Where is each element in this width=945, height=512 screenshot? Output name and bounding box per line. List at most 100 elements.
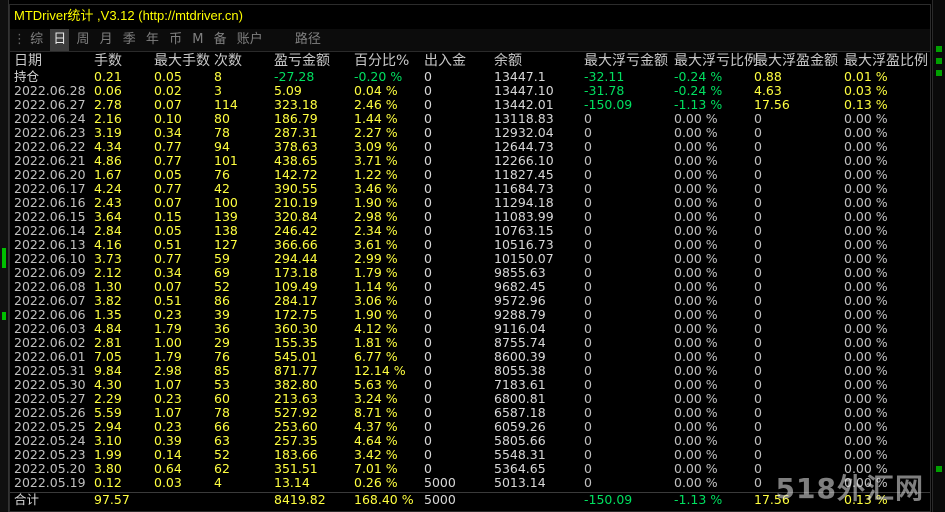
- table-row[interactable]: 2022.06.27 2.78 0.07 114 323.18 2.46 % 0 13442.…: [10, 98, 930, 112]
- cell-col-lots: 3.73: [94, 251, 122, 266]
- table-row[interactable]: 2022.06.03 4.84 1.79 36 360.30 4.12 % 0 9116.04…: [10, 322, 930, 336]
- table-row[interactable]: 2022.06.07 3.82 0.51 86 284.17 3.06 % 0 9572.96…: [10, 294, 930, 308]
- cell-col-balance: 12644.73: [494, 139, 554, 154]
- cell-col-max-lots: 0.07: [154, 279, 182, 294]
- cell-col-trades: 127: [214, 237, 238, 252]
- cell-col-balance: 13447.1: [494, 69, 546, 84]
- tab-magic[interactable]: M: [189, 29, 206, 51]
- cell-col-lots: 1.30: [94, 279, 122, 294]
- cell-col-deposit: 0: [424, 237, 432, 252]
- cell-col-max-dd-amount: 0: [584, 139, 592, 154]
- table-row[interactable]: 2022.06.10 3.73 0.77 59 294.44 2.99 % 0 10150.0…: [10, 252, 930, 266]
- cell-col-max-lots: 0.05: [154, 69, 182, 84]
- table-row[interactable]: 2022.06.14 2.84 0.05 138 246.42 2.34 % 0 10763.…: [10, 224, 930, 238]
- table-row[interactable]: 2022.06.20 1.67 0.05 76 142.72 1.22 % 0 11827.4…: [10, 168, 930, 182]
- cell-col-balance: 11294.18: [494, 195, 554, 210]
- cell-col-deposit: 0: [424, 405, 432, 420]
- table-header-row[interactable]: 日期 手数 最大手数 次数 盈亏金额 百分比% 出入金 余额 最大浮亏金额 最大浮亏比例 最大浮盈金…: [10, 53, 930, 70]
- cell-col-lots: 0.06: [94, 83, 122, 98]
- table-row-holding[interactable]: 持仓 0.21 0.05 8 -27.28 -0.20 % 0 13447.1 -32.11 -0…: [10, 70, 930, 84]
- cell-col-max-profit-pct: 0.00 %: [844, 167, 888, 182]
- cell-col-max-profit-pct: 0.00 %: [844, 349, 888, 364]
- cell-col-balance: 13447.10: [494, 83, 554, 98]
- right-scroll-edge[interactable]: [932, 0, 945, 512]
- table-row[interactable]: 2022.06.22 4.34 0.77 94 378.63 3.09 % 0 12644.7…: [10, 140, 930, 154]
- cell-col-max-profit-pct: 0.00 %: [844, 447, 888, 462]
- cell-col-balance: 5548.31: [494, 447, 546, 462]
- cell-col-balance: 6059.26: [494, 419, 546, 434]
- cell-col-date: 持仓: [14, 69, 40, 84]
- cell-col-max-dd-pct: 最大浮亏比例: [674, 53, 758, 69]
- table-row[interactable]: 2022.06.08 1.30 0.07 52 109.49 1.14 % 0 9682.45…: [10, 280, 930, 294]
- tab-quarterly[interactable]: 季: [120, 29, 139, 51]
- table-row[interactable]: 2022.06.09 2.12 0.34 69 173.18 1.79 % 0 9855.63…: [10, 266, 930, 280]
- table-row[interactable]: 2022.05.24 3.10 0.39 63 257.35 4.64 % 0 5805.66…: [10, 434, 930, 448]
- cell-col-date: 2022.06.27: [14, 97, 86, 112]
- cell-col-max-profit-amount: 0: [754, 461, 762, 476]
- cell-col-max-dd-pct: 0.00 %: [674, 223, 718, 238]
- tab-monthly[interactable]: 月: [97, 29, 116, 51]
- cell-col-balance: 5805.66: [494, 433, 546, 448]
- cell-col-max-profit-pct: 0.00 %: [844, 139, 888, 154]
- tab-yearly[interactable]: 年: [143, 29, 162, 51]
- tab-currency[interactable]: 币: [166, 29, 185, 51]
- table-row[interactable]: 2022.05.26 5.59 1.07 78 527.92 8.71 % 0 6587.18…: [10, 406, 930, 420]
- cell-col-pnl: 253.60: [274, 419, 318, 434]
- cell-col-deposit: 0: [424, 447, 432, 462]
- table-row[interactable]: 2022.06.01 7.05 1.79 76 545.01 6.77 % 0 8600.39…: [10, 350, 930, 364]
- cell-col-max-profit-amount: 0: [754, 307, 762, 322]
- tab-notes[interactable]: 备: [211, 29, 230, 51]
- cell-col-max-dd-amount: -150.09: [584, 97, 633, 112]
- cell-col-max-profit-pct: 0.01 %: [844, 69, 888, 84]
- cell-col-balance: 10150.07: [494, 251, 554, 266]
- cell-col-percent: 2.99 %: [354, 251, 398, 266]
- cell-col-percent: 1.90 %: [354, 307, 398, 322]
- cell-col-date: 2022.06.02: [14, 335, 86, 350]
- cell-col-max-lots: 0.10: [154, 111, 182, 126]
- table-row[interactable]: 2022.06.28 0.06 0.02 3 5.09 0.04 % 0 13447.10 -3…: [10, 84, 930, 98]
- cell-col-trades: 53: [214, 377, 230, 392]
- cell-col-pnl: -27.28: [274, 69, 315, 84]
- tab-weekly[interactable]: 周: [73, 29, 92, 51]
- cell-col-max-profit-pct: 0.00 %: [844, 181, 888, 196]
- table-row[interactable]: 2022.05.30 4.30 1.07 53 382.80 5.63 % 0 7183.61…: [10, 378, 930, 392]
- period-tab-bar: ⋮⋮ 综 日 周 月 季 年 币 M 备 账户 路径: [10, 29, 930, 52]
- cell-col-max-dd-amount: 0: [584, 321, 592, 336]
- tab-daily[interactable]: 日: [50, 29, 70, 51]
- tab-summary[interactable]: 综: [27, 29, 46, 51]
- table-row[interactable]: 2022.06.06 1.35 0.23 39 172.75 1.90 % 0 9288.79…: [10, 308, 930, 322]
- cell-col-max-dd-amount: 0: [584, 181, 592, 196]
- cell-col-balance: 5364.65: [494, 461, 546, 476]
- table-row[interactable]: 2022.05.25 2.94 0.23 66 253.60 4.37 % 0 6059.26…: [10, 420, 930, 434]
- cell-col-max-dd-amount: 0: [584, 195, 592, 210]
- table-row[interactable]: 2022.06.17 4.24 0.77 42 390.55 3.46 % 0 11684.7…: [10, 182, 930, 196]
- table-row[interactable]: 2022.06.15 3.64 0.15 139 320.84 2.98 % 0 11083.…: [10, 210, 930, 224]
- table-row[interactable]: 2022.06.23 3.19 0.34 78 287.31 2.27 % 0 12932.0…: [10, 126, 930, 140]
- cell-col-deposit: 0: [424, 167, 432, 182]
- table-row[interactable]: 2022.06.13 4.16 0.51 127 366.66 3.61 % 0 10516.…: [10, 238, 930, 252]
- table-row[interactable]: 2022.05.31 9.84 2.98 85 871.77 12.14 % 0 8055.3…: [10, 364, 930, 378]
- table-row[interactable]: 2022.06.24 2.16 0.10 80 186.79 1.44 % 0 13118.8…: [10, 112, 930, 126]
- cell-col-max-lots: 0.02: [154, 83, 182, 98]
- cell-col-max-lots: 1.79: [154, 349, 182, 364]
- cell-col-max-profit-amount: 0: [754, 447, 762, 462]
- cell-col-deposit: 0: [424, 251, 432, 266]
- cell-col-max-lots: 0.05: [154, 167, 182, 182]
- table-row[interactable]: 2022.05.23 1.99 0.14 52 183.66 3.42 % 0 5548.31…: [10, 448, 930, 462]
- table-row[interactable]: 2022.06.02 2.81 1.00 29 155.35 1.81 % 0 8755.74…: [10, 336, 930, 350]
- cell-col-max-profit-amount: 0: [754, 209, 762, 224]
- cell-col-deposit: 0: [424, 125, 432, 140]
- cell-col-date: 2022.06.20: [14, 167, 86, 182]
- table-row[interactable]: 2022.06.16 2.43 0.07 100 210.19 1.90 % 0 11294.…: [10, 196, 930, 210]
- cell-col-max-profit-amount: 0: [754, 349, 762, 364]
- cell-col-max-profit-pct: 0.00 %: [844, 391, 888, 406]
- tab-account[interactable]: 账户: [234, 29, 266, 51]
- table-row[interactable]: 2022.05.27 2.29 0.23 60 213.63 3.24 % 0 6800.81…: [10, 392, 930, 406]
- cell-col-lots: 3.64: [94, 209, 122, 224]
- cell-col-lots: 4.84: [94, 321, 122, 336]
- tab-path[interactable]: 路径: [292, 29, 324, 51]
- cell-col-max-dd-pct: 0.00 %: [674, 447, 718, 462]
- cell-col-max-dd-amount: -31.78: [584, 83, 625, 98]
- cell-col-max-dd-amount: 0: [584, 377, 592, 392]
- table-row[interactable]: 2022.06.21 4.86 0.77 101 438.65 3.71 % 0 12266.…: [10, 154, 930, 168]
